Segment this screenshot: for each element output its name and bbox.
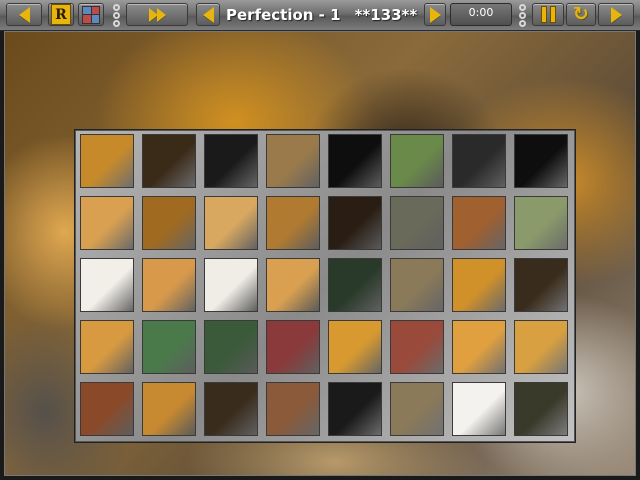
puzzle-tile[interactable] xyxy=(142,196,196,250)
puzzle-tile[interactable] xyxy=(142,134,196,188)
puzzle-tile[interactable] xyxy=(80,382,134,436)
puzzle-tile[interactable] xyxy=(514,258,568,312)
fast-forward-button[interactable] xyxy=(126,3,188,26)
grid-view-icon xyxy=(82,5,100,24)
puzzle-tile[interactable] xyxy=(514,382,568,436)
puzzle-tile[interactable] xyxy=(390,320,444,374)
puzzle-tile[interactable] xyxy=(80,134,134,188)
fast-forward-icon xyxy=(149,7,166,22)
timer-display: 0:00 xyxy=(450,3,512,26)
puzzle-board[interactable] xyxy=(75,130,575,442)
puzzle-tile[interactable] xyxy=(390,382,444,436)
puzzle-tile[interactable] xyxy=(266,196,320,250)
move-count: **133** xyxy=(354,6,418,24)
puzzle-tile[interactable] xyxy=(328,320,382,374)
game-area xyxy=(4,31,636,476)
puzzle-tile[interactable] xyxy=(452,134,506,188)
puzzle-tile[interactable] xyxy=(514,320,568,374)
puzzle-tile[interactable] xyxy=(452,196,506,250)
next-button[interactable] xyxy=(598,3,634,26)
chain-link-icon xyxy=(110,2,122,28)
puzzle-tile[interactable] xyxy=(80,196,134,250)
puzzle-tile[interactable] xyxy=(452,382,506,436)
puzzle-tile[interactable] xyxy=(204,258,258,312)
timer-value: 0:00 xyxy=(468,6,494,19)
puzzle-tile[interactable] xyxy=(80,258,134,312)
puzzle-tile[interactable] xyxy=(204,134,258,188)
puzzle-tile[interactable] xyxy=(390,134,444,188)
puzzle-tile[interactable] xyxy=(266,134,320,188)
level-next-icon xyxy=(429,6,441,23)
prev-arrow-icon xyxy=(18,6,30,23)
puzzle-tile[interactable] xyxy=(514,134,568,188)
level-prev-icon xyxy=(202,6,214,23)
puzzle-tile[interactable] xyxy=(80,320,134,374)
pause-button[interactable] xyxy=(532,3,564,26)
puzzle-tile[interactable] xyxy=(142,382,196,436)
puzzle-tile[interactable] xyxy=(452,320,506,374)
puzzle-tile[interactable] xyxy=(266,382,320,436)
puzzle-tile[interactable] xyxy=(204,320,258,374)
toolbar: R Perfection - 1 **133** 0:00 ↻ xyxy=(0,0,640,31)
pause-icon xyxy=(540,6,556,23)
level-name: Perfection - 1 xyxy=(226,6,341,24)
refresh-button[interactable]: ↻ xyxy=(566,3,596,26)
grid-view-button[interactable] xyxy=(78,3,104,26)
puzzle-tile[interactable] xyxy=(328,382,382,436)
puzzle-tile[interactable] xyxy=(266,258,320,312)
prev-button[interactable] xyxy=(6,3,42,26)
level-next-button[interactable] xyxy=(424,3,446,26)
restart-button[interactable]: R xyxy=(48,3,74,26)
puzzle-tile[interactable] xyxy=(390,258,444,312)
puzzle-tile[interactable] xyxy=(142,258,196,312)
puzzle-tile[interactable] xyxy=(328,258,382,312)
puzzle-tile[interactable] xyxy=(266,320,320,374)
next-arrow-icon xyxy=(610,6,622,23)
chain-link-icon-right xyxy=(516,2,528,28)
puzzle-tile[interactable] xyxy=(390,196,444,250)
puzzle-tile[interactable] xyxy=(328,134,382,188)
puzzle-tile[interactable] xyxy=(204,196,258,250)
puzzle-tile[interactable] xyxy=(204,382,258,436)
puzzle-tile[interactable] xyxy=(452,258,506,312)
puzzle-tile[interactable] xyxy=(142,320,196,374)
puzzle-tile[interactable] xyxy=(328,196,382,250)
restart-icon: R xyxy=(51,4,71,25)
refresh-icon: ↻ xyxy=(573,3,589,25)
level-title: Perfection - 1 **133** xyxy=(226,4,422,26)
level-prev-button[interactable] xyxy=(196,3,220,26)
puzzle-tile[interactable] xyxy=(514,196,568,250)
